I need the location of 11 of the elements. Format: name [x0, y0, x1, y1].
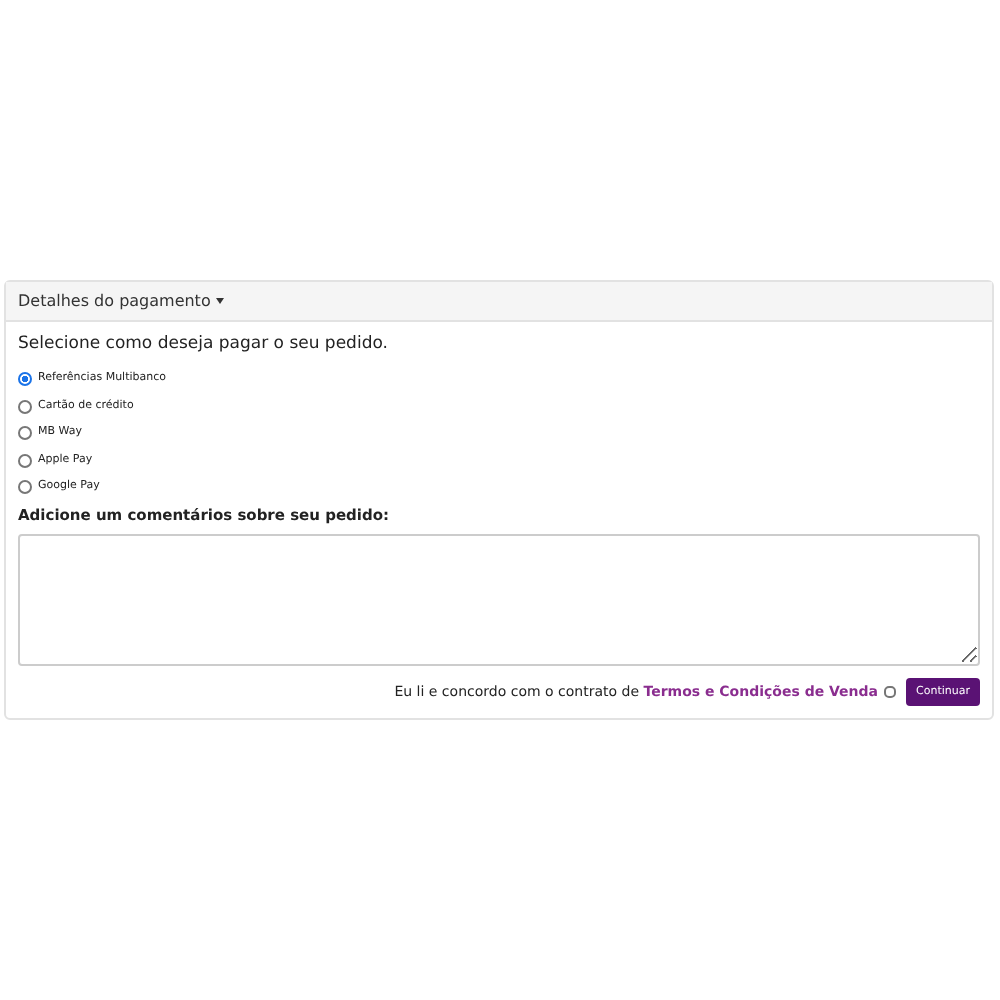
radio-button[interactable] [18, 453, 32, 468]
terms-checkbox[interactable] [884, 685, 897, 697]
radio-button[interactable] [18, 399, 32, 414]
caret-icon [216, 298, 225, 304]
panel-title: Detalhes do pagamento [18, 292, 211, 310]
payment-prompt: Selecione como deseja pagar o seu pedido. [18, 334, 390, 354]
radio-button[interactable] [18, 480, 32, 495]
radio-button[interactable] [18, 426, 32, 441]
radio-button[interactable] [18, 372, 32, 387]
comments-field[interactable] [18, 533, 980, 665]
panel-header[interactable]: Detalhes do pagamento [6, 282, 992, 322]
